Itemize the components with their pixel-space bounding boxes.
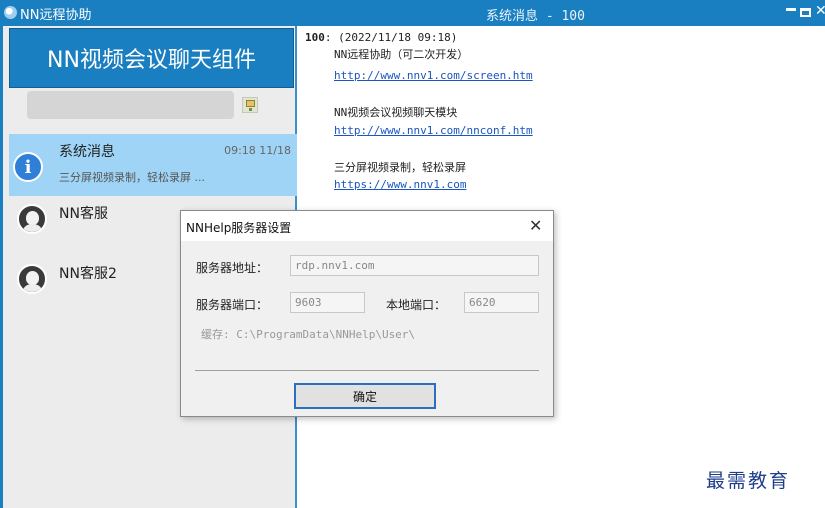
maximize-button[interactable] [800, 8, 811, 17]
contact-preview: 三分屏视频录制，轻松录屏 ... [59, 171, 205, 184]
message-text: NN远程协助（可二次开发） [334, 48, 469, 61]
contact-name: NN客服 [59, 206, 108, 222]
message-text: 三分屏视频录制，轻松录屏 [334, 161, 466, 174]
message-header: 100: (2022/11/18 09:18) [305, 31, 457, 44]
dialog-title: NNHelp服务器设置 [186, 221, 292, 235]
contact-time: 09:18 11/18 [224, 144, 291, 157]
server-port-field[interactable]: 9603 [290, 292, 365, 313]
server-settings-dialog: NNHelp服务器设置 ✕ 服务器地址： rdp.nnv1.com 服务器端口：… [180, 210, 554, 417]
monitor-icon [246, 100, 255, 107]
server-address-label: 服务器地址： [196, 261, 269, 275]
server-address-field[interactable]: rdp.nnv1.com [290, 255, 539, 276]
contact-item-system-messages[interactable]: i 系统消息 09:18 11/18 三分屏视频录制，轻松录屏 ... [9, 134, 297, 196]
local-port-label: 本地端口： [386, 298, 447, 312]
cache-path: 缓存: C:\ProgramData\NNHelp\User\ [201, 328, 416, 341]
avatar-icon [17, 264, 47, 294]
app-logo-icon [4, 6, 17, 19]
minimize-button[interactable] [786, 8, 796, 11]
message-sender: 100 [305, 31, 325, 44]
panel-header: NN视频会议聊天组件 [9, 28, 294, 88]
server-port-label: 服务器端口： [196, 298, 269, 312]
local-port-field[interactable]: 6620 [464, 292, 539, 313]
message-link[interactable]: http://www.nnv1.com/nnconf.htm [334, 124, 533, 137]
watermark: 最需教育 [706, 470, 791, 492]
search-button[interactable] [242, 97, 258, 113]
message-text: NN视频会议视频聊天模块 [334, 106, 458, 119]
dialog-title-bar: NNHelp服务器设置 ✕ [181, 211, 553, 241]
contact-name: 系统消息 [59, 144, 115, 160]
ok-button[interactable]: 确定 [294, 383, 436, 409]
dialog-close-button[interactable]: ✕ [529, 216, 542, 235]
message-timestamp: : (2022/11/18 09:18) [324, 31, 458, 44]
title-bar: NN远程协助 系统消息 - 100 ✕ [0, 0, 825, 26]
message-link[interactable]: http://www.nnv1.com/screen.htm [334, 69, 533, 82]
divider [195, 370, 539, 371]
search-input[interactable] [27, 91, 234, 119]
info-icon: i [13, 152, 43, 182]
monitor-stand-icon [249, 108, 252, 111]
close-button[interactable]: ✕ [815, 2, 825, 20]
app-name: NN远程协助 [20, 8, 92, 23]
window-title: 系统消息 - 100 [486, 9, 585, 24]
contact-name: NN客服2 [59, 266, 117, 282]
message-link[interactable]: https://www.nnv1.com [334, 178, 466, 191]
avatar-icon [17, 204, 47, 234]
